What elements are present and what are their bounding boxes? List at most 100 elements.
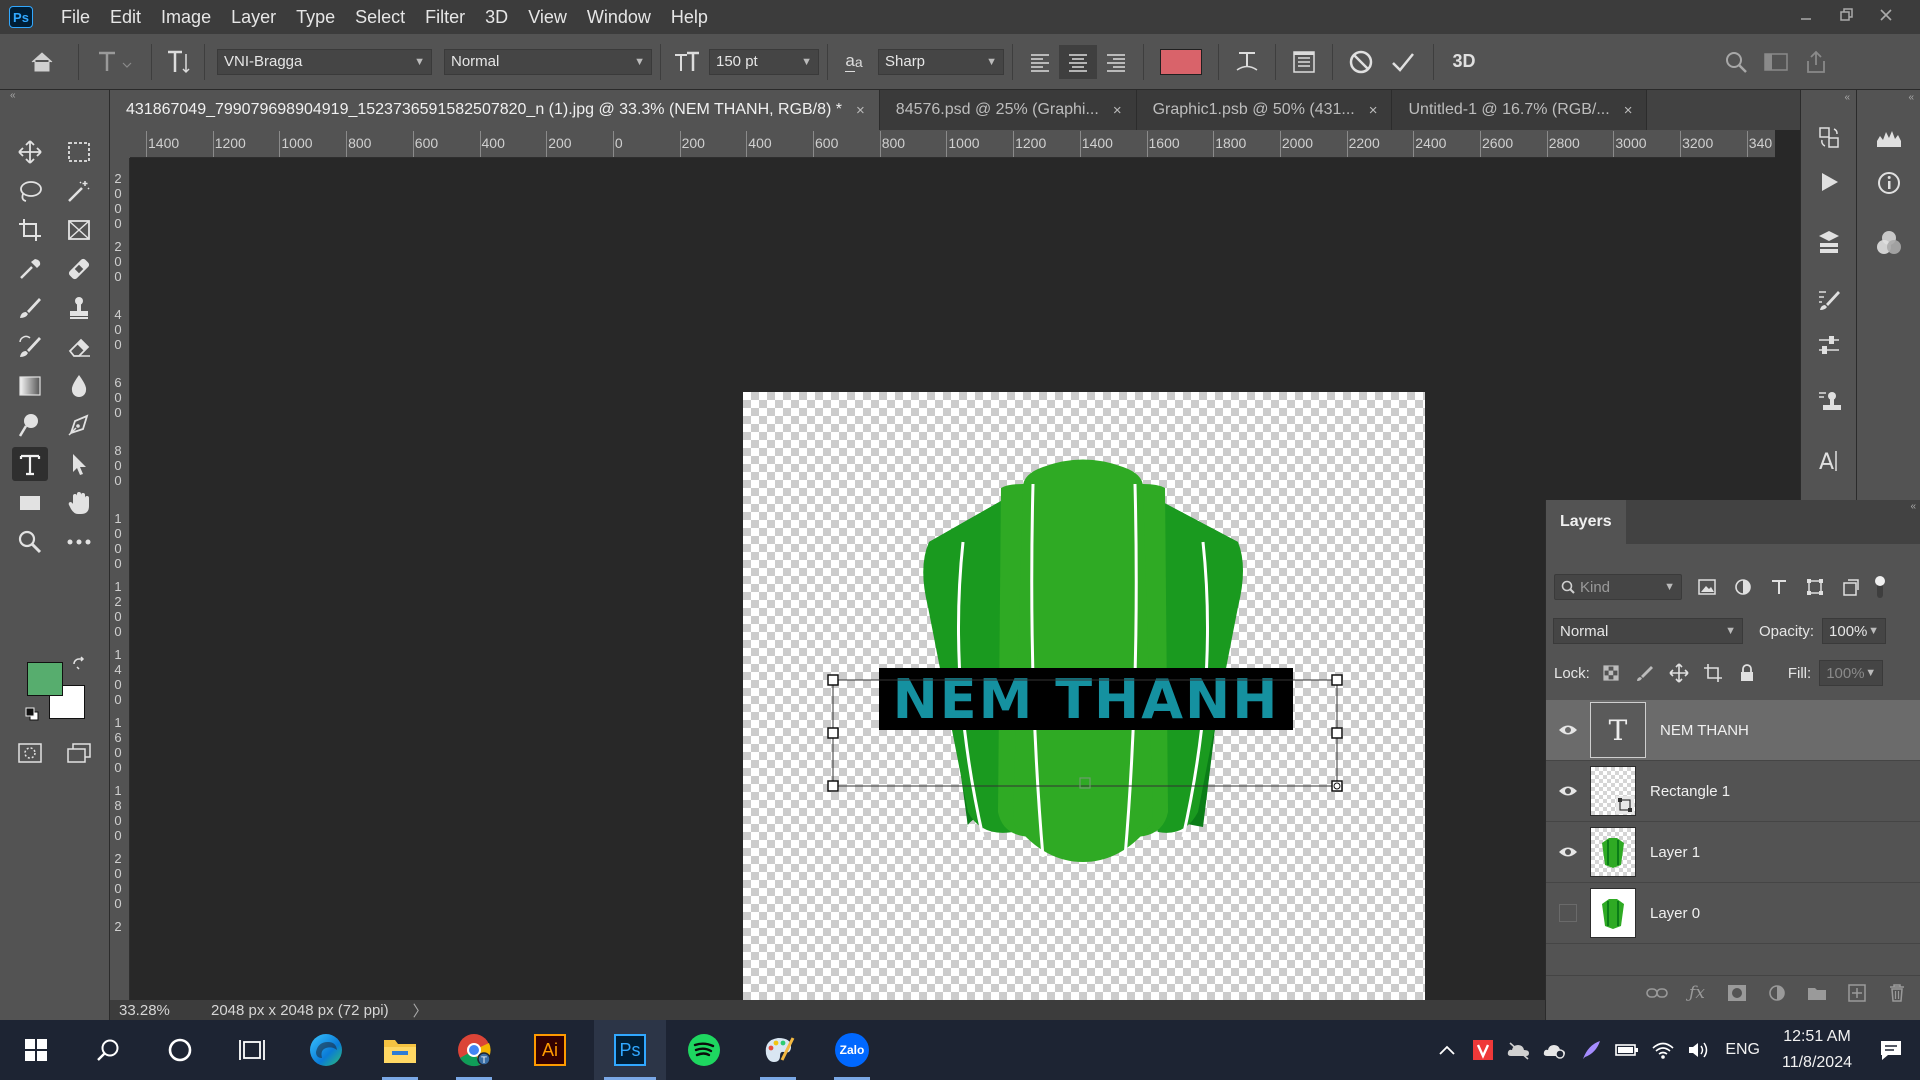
dodge-tool-icon[interactable] (12, 408, 48, 442)
type-tool-preset-icon[interactable] (87, 42, 143, 82)
menu-filter[interactable]: Filter (415, 0, 475, 34)
new-adjustment-layer-icon[interactable] (1757, 973, 1797, 1013)
onedrive-icon[interactable] (1537, 1030, 1573, 1070)
collapse-panel-icon[interactable]: « (1910, 501, 1916, 512)
text-color-swatch[interactable] (1160, 48, 1202, 75)
filter-type-icon[interactable] (1764, 567, 1794, 607)
menu-help[interactable]: Help (661, 0, 718, 34)
new-group-folder-icon[interactable] (1797, 973, 1837, 1013)
frame-tool-icon[interactable] (61, 213, 97, 247)
eraser-tool-icon[interactable] (61, 330, 97, 364)
lasso-tool-icon[interactable] (12, 174, 48, 208)
collapse-panel-icon[interactable]: « (1908, 92, 1914, 103)
filter-adjustment-icon[interactable] (1728, 567, 1758, 607)
lock-artboard-icon[interactable] (1696, 653, 1730, 693)
volume-icon[interactable] (1681, 1030, 1717, 1070)
visibility-off-box[interactable] (1546, 904, 1590, 922)
horizontal-ruler[interactable]: 1400 1200 1000 800 600 400 200 0 200 400 600 800 100… (130, 130, 1775, 158)
align-right-icon[interactable] (1097, 42, 1135, 82)
more-tools-icon[interactable] (61, 525, 97, 559)
character-panel-icon[interactable] (1284, 42, 1324, 82)
commit-edits-icon[interactable] (1381, 42, 1425, 82)
text-orientation-icon[interactable] (160, 42, 196, 82)
share-icon[interactable] (1796, 42, 1836, 82)
eyedropper-tool-icon[interactable] (12, 252, 48, 286)
antialias-select[interactable]: Sharp ▼ (878, 48, 1004, 75)
close-icon[interactable]: × (1369, 102, 1378, 119)
layer-row-nem-thanh[interactable]: T NEM THANH (1546, 700, 1920, 761)
brush-tool-icon[interactable] (12, 291, 48, 325)
photoshop-taskbar-icon[interactable]: Ps (594, 1020, 666, 1080)
adjustments-icon[interactable] (1809, 325, 1849, 365)
lock-all-icon[interactable] (1730, 653, 1764, 693)
battery-icon[interactable] (1609, 1030, 1645, 1070)
healing-brush-tool-icon[interactable] (61, 252, 97, 286)
fill-input[interactable]: 100% ▼ (1819, 660, 1884, 686)
clone-source-icon[interactable] (1809, 382, 1849, 422)
restore-button[interactable] (1826, 0, 1866, 30)
task-view-icon[interactable] (222, 1020, 282, 1080)
clock[interactable]: 12:51 AM 11/8/2024 (1782, 1024, 1852, 1076)
menu-3d[interactable]: 3D (475, 0, 518, 34)
workspace-icon[interactable] (1756, 42, 1796, 82)
menu-view[interactable]: View (518, 0, 577, 34)
minimize-button[interactable] (1786, 0, 1826, 30)
pen-feather-icon[interactable] (1573, 1030, 1609, 1070)
actions-play-icon[interactable] (1809, 162, 1849, 202)
close-icon[interactable]: × (1624, 102, 1633, 119)
new-layer-icon[interactable] (1837, 973, 1877, 1013)
home-icon[interactable] (14, 42, 70, 82)
layer-kind-filter[interactable]: Kind ▼ (1554, 574, 1682, 600)
lock-transparent-icon[interactable] (1594, 653, 1628, 693)
notification-center-icon[interactable] (1866, 1030, 1916, 1070)
menu-window[interactable]: Window (577, 0, 661, 34)
marquee-tool-icon[interactable] (61, 135, 97, 169)
file-explorer-icon[interactable] (370, 1020, 430, 1080)
lock-position-icon[interactable] (1662, 653, 1696, 693)
brush-settings-icon[interactable] (1809, 280, 1849, 320)
menu-layer[interactable]: Layer (221, 0, 286, 34)
channels-icon[interactable] (1869, 223, 1909, 263)
font-family-select[interactable]: VNI-Bragga ▼ (217, 48, 432, 75)
zoom-level[interactable]: 33.28% (119, 1002, 199, 1019)
tab-document-4[interactable]: Untitled-1 @ 16.7% (RGB/... × (1392, 90, 1648, 130)
close-icon[interactable]: × (856, 102, 865, 119)
visibility-eye-icon[interactable] (1546, 845, 1590, 859)
font-style-select[interactable]: Normal ▼ (444, 48, 652, 75)
layer-style-fx-icon[interactable]: ƒx (1677, 973, 1717, 1013)
filter-smart-object-icon[interactable] (1836, 567, 1866, 607)
layer-name[interactable]: NEM THANH (1660, 722, 1749, 739)
character-panel-icon[interactable]: A (1809, 440, 1849, 480)
windows-start-icon[interactable] (6, 1020, 66, 1080)
visibility-eye-icon[interactable] (1546, 723, 1590, 737)
layer-row-rectangle-1[interactable]: Rectangle 1 (1546, 761, 1920, 822)
gradient-tool-icon[interactable] (12, 369, 48, 403)
filter-shape-icon[interactable] (1800, 567, 1830, 607)
close-window-button[interactable] (1866, 0, 1906, 30)
lock-pixels-icon[interactable] (1628, 653, 1662, 693)
add-mask-icon[interactable] (1717, 973, 1757, 1013)
collapse-panel-icon[interactable]: « (0, 90, 109, 104)
blur-tool-icon[interactable] (61, 369, 97, 403)
onedrive-offline-icon[interactable] (1501, 1030, 1537, 1070)
visibility-eye-icon[interactable] (1546, 784, 1590, 798)
chrome-browser-icon[interactable]: T (444, 1020, 504, 1080)
hand-tool-icon[interactable] (61, 486, 97, 520)
menu-select[interactable]: Select (345, 0, 415, 34)
cancel-edits-icon[interactable] (1341, 42, 1381, 82)
spotify-icon[interactable] (674, 1020, 734, 1080)
blend-mode-select[interactable]: Normal ▼ (1553, 618, 1743, 644)
menu-edit[interactable]: Edit (100, 0, 151, 34)
tab-document-1[interactable]: 431867049_799079698904919_15237365915825… (110, 90, 880, 130)
layer-row-layer-0[interactable]: Layer 0 (1546, 883, 1920, 944)
wifi-icon[interactable] (1645, 1030, 1681, 1070)
warp-text-icon[interactable] (1227, 42, 1267, 82)
path-selection-tool-icon[interactable] (61, 447, 97, 481)
search-icon[interactable] (1716, 42, 1756, 82)
default-colors-icon[interactable] (24, 706, 40, 722)
layer-name[interactable]: Rectangle 1 (1650, 783, 1730, 800)
histogram-icon[interactable] (1869, 118, 1909, 158)
create-3d-button[interactable]: 3D (1442, 42, 1486, 82)
info-icon[interactable] (1869, 163, 1909, 203)
history-brush-tool-icon[interactable] (12, 330, 48, 364)
